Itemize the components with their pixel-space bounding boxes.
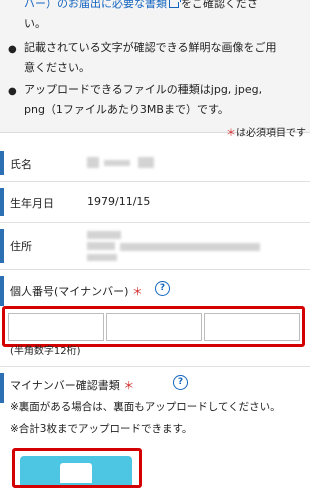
address-row: 住所 bbox=[0, 223, 310, 270]
address-label: 住所 bbox=[10, 240, 32, 253]
address-value-redacted bbox=[87, 231, 121, 239]
birthdate-value: 1979/11/15 bbox=[87, 195, 151, 208]
notes-bullet-3-line-2: png（1ファイルあたり3MBまで）です。 bbox=[24, 103, 229, 116]
mynumber-label: 個人番号(マイナンバー) ＊ bbox=[10, 285, 143, 298]
confirm-docs-note-2: ※合計3枚までアップロードできます。 bbox=[10, 423, 193, 435]
birthdate-row: 生年月日 1979/11/15 bbox=[0, 182, 310, 223]
mynumber-inputs-highlight bbox=[2, 306, 305, 347]
notes-panel: バー）のお届出に必要な書類 をご確認くださ い。 ● 記載されている文字が確認でき… bbox=[0, 0, 310, 133]
birthdate-label: 生年月日 bbox=[10, 197, 54, 210]
required-star: ＊ bbox=[131, 285, 143, 298]
notes-line-2: い。 bbox=[24, 17, 46, 30]
notes-bullet-2-line-1: 記載されている文字が確認できる鮮明な画像をご用 bbox=[24, 41, 277, 54]
mynumber-hint: (半角数字12桁) bbox=[10, 346, 81, 357]
notes-bullet-2-line-2: 意ください。 bbox=[24, 61, 90, 74]
address-value-redacted bbox=[120, 243, 260, 251]
confirm-docs-note-1: ※裏面がある場合は、裏面もアップロードしてください。 bbox=[10, 401, 281, 413]
external-link-icon bbox=[169, 0, 181, 8]
notes-bullet-3-line-1: アップロードできるファイルの種類はjpg, jpeg, bbox=[24, 83, 263, 96]
required-star: ＊ bbox=[123, 379, 135, 392]
name-value-redacted bbox=[87, 157, 99, 168]
name-label: 氏名 bbox=[10, 158, 32, 171]
row-accent-bar bbox=[0, 188, 4, 216]
required-docs-link[interactable]: バー）のお届出に必要な書類 bbox=[24, 0, 167, 10]
confirm-docs-help-icon[interactable]: ? bbox=[173, 375, 188, 390]
row-accent-bar bbox=[0, 276, 4, 306]
mynumber-help-icon[interactable]: ? bbox=[155, 281, 170, 296]
name-value-redacted bbox=[104, 160, 130, 166]
bullet-icon: ● bbox=[8, 86, 17, 97]
row-accent-bar bbox=[0, 151, 4, 175]
row-accent-bar bbox=[0, 229, 4, 263]
confirm-docs-label: マイナンバー確認書類 ＊ bbox=[10, 379, 135, 392]
notes-line-1: バー）のお届出に必要な書類 をご確認くださ bbox=[24, 0, 258, 14]
name-value-redacted bbox=[138, 157, 154, 168]
bullet-icon: ● bbox=[8, 44, 17, 55]
row-accent-bar bbox=[0, 373, 4, 403]
name-row: 氏名 bbox=[0, 145, 310, 182]
upload-button-highlight bbox=[12, 448, 142, 488]
required-fields-note: ＊は必須項目です bbox=[226, 128, 306, 139]
address-value-redacted bbox=[87, 242, 115, 250]
address-value-redacted bbox=[87, 254, 117, 261]
